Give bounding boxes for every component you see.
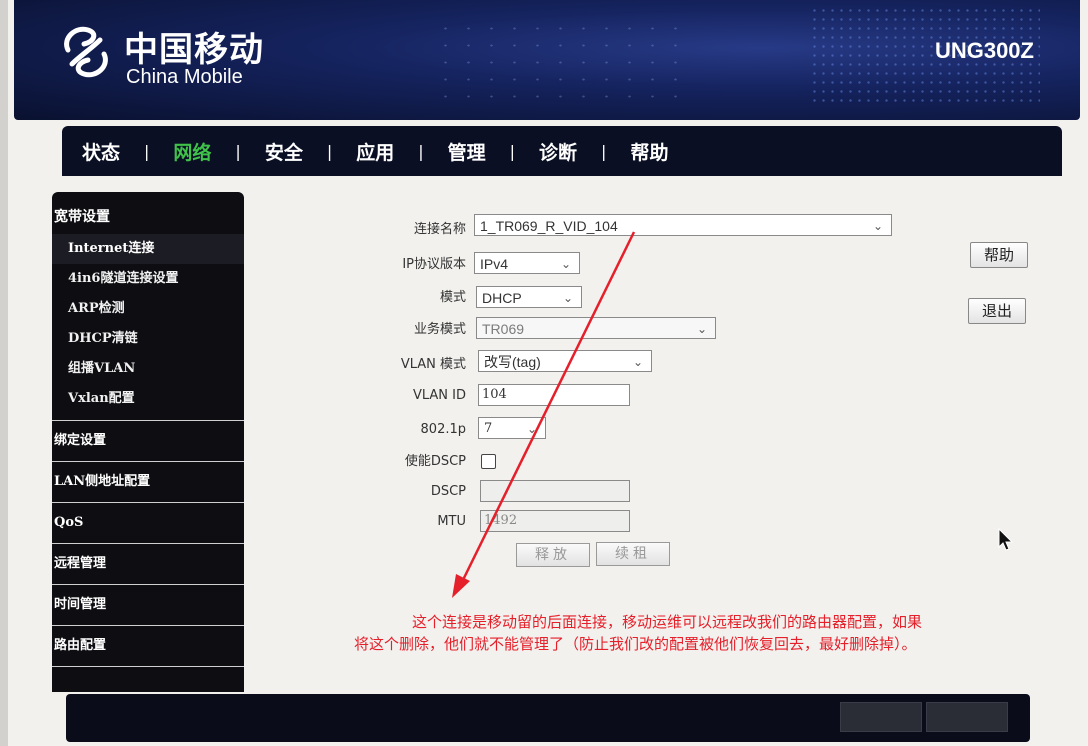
chevron-down-icon: ⌄ [562,291,573,305]
connection-name-select[interactable]: 1_TR069_R_VID_104 ⌄ [474,214,892,236]
nav-separator: | [601,141,607,161]
nav-separator: | [326,141,333,161]
mouse-pointer-icon [998,528,1014,551]
sidebar-section-broadband[interactable]: 宽带设置 [52,192,244,234]
sidebar-group-qos[interactable]: QoS [52,503,244,544]
label-enable-dscp: 使能DSCP [404,454,466,469]
chevron-down-icon: ⌄ [696,322,707,336]
service-mode-value: TR069 [482,321,525,337]
chevron-down-icon: ⌄ [560,257,571,271]
china-mobile-logo-icon [64,26,108,78]
nav-separator: | [235,141,241,161]
ip-version-select[interactable]: IPv4 ⌄ [474,252,580,274]
sidebar-item-dhcp[interactable]: DHCP清链 [52,324,244,354]
brand-name-cn: 中国移动 [124,30,264,70]
label-connection-name: 连接名称 [413,222,466,237]
sidebar-group-routing[interactable]: 路由配置 [52,626,244,667]
mode-value: DHCP [482,290,522,306]
nav-separator: | [509,141,516,161]
label-vlan-mode: VLAN 模式 [400,357,466,372]
nav-separator: | [418,141,424,161]
chevron-down-icon: ⌄ [526,422,537,436]
chevron-down-icon: ⌄ [632,355,643,369]
main-nav: 状态 | 网络 | 安全 | 应用 | 管理 | 诊断 | 帮助 [62,126,1062,176]
sidebar-item-internet[interactable]: Internet连接 [52,234,244,264]
ip-version-value: IPv4 [480,256,509,272]
connection-name-value: 1_TR069_R_VID_104 [480,218,618,234]
nav-status[interactable]: 状态 [82,138,120,165]
help-button[interactable]: 帮助 [970,242,1028,268]
label-mode: 模式 [439,290,466,305]
label-mtu: MTU [437,514,466,529]
nav-application[interactable]: 应用 [356,138,394,165]
device-model: UNG300Z [934,38,1034,63]
brand-name-en: China Mobile [126,66,243,88]
nav-management[interactable]: 管理 [448,138,486,165]
annotation-line-2: 将这个删除，他们就不能管理了（防止我们改的配置被他们恢复回去，最好删除掉）。 [354,635,917,653]
vlan-mode-select[interactable]: 改写(tag) ⌄ [478,350,652,372]
sidebar: 宽带设置 Internet连接 4in6隧道连接设置 ARP检测 DHCP清链 … [52,192,244,692]
footer-bar [66,694,1030,742]
nav-separator: | [144,141,150,161]
annotation-line-1: 这个连接是移动留的后面连接，移动运维可以远程改我们的路由器配置，如果 [412,613,923,631]
sidebar-item-4in6[interactable]: 4in6隧道连接设置 [52,264,244,294]
sidebar-item-vxlan[interactable]: Vxlan配置 [52,384,244,414]
sidebar-item-multicast-vlan[interactable]: 组播VLAN [52,354,244,384]
sidebar-group-time[interactable]: 时间管理 [52,585,244,626]
nav-help[interactable]: 帮助 [630,138,668,165]
footer-button-2[interactable] [926,702,1008,732]
nav-diagnostics[interactable]: 诊断 [539,138,577,165]
sidebar-group-remote[interactable]: 远程管理 [52,544,244,585]
banner-decoration-2 [434,20,694,110]
label-8021p: 802.1p [420,422,466,437]
service-mode-select[interactable]: TR069 ⌄ [476,317,716,339]
chevron-down-icon: ⌄ [872,219,883,233]
nav-network[interactable]: 网络 [173,138,211,165]
renew-button[interactable]: 续租 [596,542,670,566]
enable-dscp-checkbox[interactable] [481,454,496,469]
sidebar-item-arp[interactable]: ARP检测 [52,294,244,324]
nav-security[interactable]: 安全 [265,138,303,165]
vlan-mode-value: 改写(tag) [484,354,541,370]
mode-select[interactable]: DHCP ⌄ [476,286,582,308]
release-button[interactable]: 释放 [516,543,590,567]
header-banner: 中国移动 China Mobile UNG300Z [14,0,1080,120]
label-vlan-id: VLAN ID [412,388,466,403]
footer-button-1[interactable] [840,702,922,732]
mtu-input[interactable]: 1492 [480,510,630,532]
sidebar-group-lan[interactable]: LAN侧地址配置 [52,462,244,503]
label-service-mode: 业务模式 [413,322,466,337]
logout-button[interactable]: 退出 [968,298,1026,324]
sidebar-group-binding[interactable]: 绑定设置 [52,421,244,462]
8021p-select[interactable]: 7 ⌄ [478,417,546,439]
label-dscp: DSCP [430,484,466,499]
vlan-id-input[interactable]: 104 [478,384,630,406]
label-ip-version: IP协议版本 [402,257,466,272]
8021p-value: 7 [484,421,493,436]
dscp-input[interactable] [480,480,630,502]
